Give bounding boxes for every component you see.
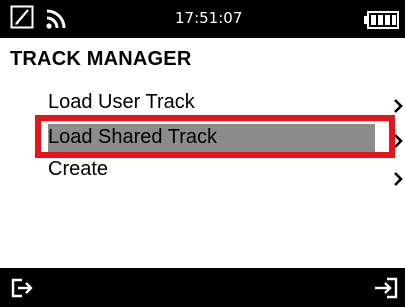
clock: 17:51:07 — [175, 9, 243, 27]
menu-item-create[interactable]: Create — [38, 158, 405, 194]
edit-icon[interactable] — [10, 5, 34, 29]
chevron-right-icon — [394, 172, 403, 186]
selection-outline — [35, 115, 395, 158]
battery-icon — [364, 11, 399, 29]
chevron-right-icon — [394, 99, 403, 113]
bottom-bar — [0, 268, 405, 307]
wifi-icon — [46, 9, 66, 29]
menu-item-label: Load User Track — [48, 91, 195, 113]
page-title: TRACK MANAGER — [10, 48, 192, 70]
menu-item-label: Create — [48, 158, 109, 180]
exit-icon[interactable] — [10, 277, 34, 299]
status-bar: 17:51:07 — [0, 0, 405, 38]
enter-icon[interactable] — [373, 276, 399, 300]
